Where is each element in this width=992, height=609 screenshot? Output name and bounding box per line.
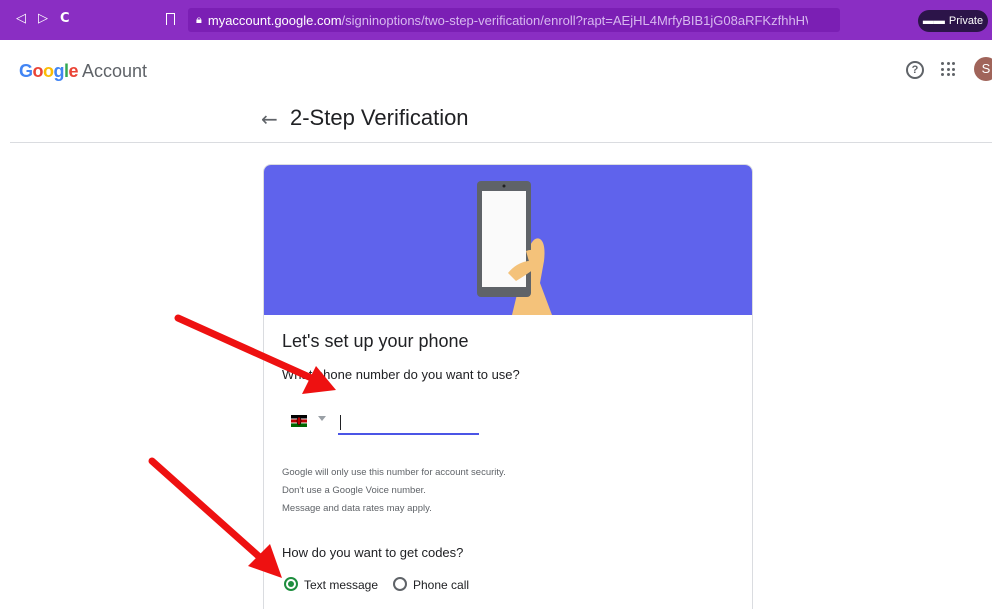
url-host: myaccount.google.com xyxy=(207,12,342,28)
phone-number-input[interactable] xyxy=(338,409,479,435)
voice-number-note: Don't use a Google Voice number. xyxy=(282,485,426,496)
card-title: Let's set up your phone xyxy=(282,331,469,351)
bookmark-icon[interactable] xyxy=(166,13,175,25)
header-divider xyxy=(10,142,992,143)
url-path: /signinoptions/two-step-verification/enr… xyxy=(341,12,808,28)
phone-call-label[interactable]: Phone call xyxy=(413,578,469,592)
private-label: Private xyxy=(948,15,984,27)
logo-letter: G xyxy=(19,61,33,81)
logo-letter: g xyxy=(53,61,65,81)
back-nav-icon[interactable]: ◁ xyxy=(16,11,26,26)
google-account-header: Google Account ? S xyxy=(0,40,992,100)
kenya-flag-icon[interactable] xyxy=(291,415,307,427)
google-logo[interactable]: Google xyxy=(19,61,79,82)
logo-letter: o xyxy=(32,61,44,81)
avatar[interactable]: S xyxy=(974,57,992,81)
private-window-badge[interactable]: ▬▬ Private xyxy=(918,10,988,32)
security-note: Google will only use this number for acc… xyxy=(282,467,506,478)
url-text[interactable]: myaccount.google.com/signinoptions/two-s… xyxy=(208,13,808,28)
account-label: Account xyxy=(82,61,148,81)
glasses-icon: ▬▬ xyxy=(922,15,945,27)
phone-call-radio[interactable] xyxy=(393,577,407,591)
text-message-radio[interactable] xyxy=(284,577,298,591)
logo-letter: e xyxy=(68,61,79,81)
phone-illustration-banner xyxy=(264,165,752,315)
back-arrow-icon[interactable]: ← xyxy=(261,107,278,131)
setup-phone-card: Let's set up your phone What phone numbe… xyxy=(263,164,753,609)
codes-question: How do you want to get codes? xyxy=(282,545,464,560)
apps-grid-icon[interactable] xyxy=(941,62,955,76)
reload-icon[interactable]: C xyxy=(60,11,70,26)
page-title: 2-Step Verification xyxy=(290,105,469,130)
help-icon[interactable]: ? xyxy=(906,61,924,79)
rates-note: Message and data rates may apply. xyxy=(282,503,432,514)
lock-icon: 🔒︎ xyxy=(196,13,202,26)
forward-nav-icon[interactable]: ▷ xyxy=(38,11,48,26)
hand-holding-phone-illustration xyxy=(477,181,552,315)
text-cursor xyxy=(340,415,341,430)
browser-toolbar: ◁ ▷ C 🔒︎ myaccount.google.com/signinopti… xyxy=(0,0,992,40)
address-bar[interactable]: 🔒︎ myaccount.google.com/signinoptions/tw… xyxy=(188,8,840,32)
logo-letter: o xyxy=(43,61,54,81)
text-message-label[interactable]: Text message xyxy=(304,578,378,592)
country-dropdown-caret-icon[interactable] xyxy=(318,416,326,421)
phone-question: What phone number do you want to use? xyxy=(282,367,520,382)
